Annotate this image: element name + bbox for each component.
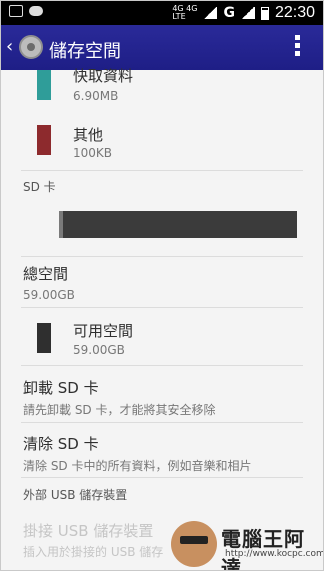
signal-icon-2 <box>240 7 255 19</box>
watermark-url: http://www.kocpc.com.tw <box>225 549 324 559</box>
other-label: 其他 <box>73 126 104 144</box>
mount-usb-label: 掛接 USB 儲存裝置 <box>23 522 154 540</box>
cached-data-size: 6.90MB <box>73 89 119 103</box>
divider <box>21 422 303 423</box>
sd-section-header: SD 卡 <box>23 180 56 194</box>
action-bar: ‹ 儲存空間 <box>1 25 323 70</box>
mount-usb-desc: 插入用於掛接的 USB 儲存 <box>23 545 164 559</box>
signal-g-text: G <box>223 5 235 21</box>
available-space-label: 可用空間 <box>73 322 134 340</box>
unmount-sd-label: 卸載 SD 卡 <box>23 379 99 397</box>
unmount-sd-desc: 請先卸載 SD 卡，才能將其安全移除 <box>23 403 216 417</box>
divider <box>21 477 303 478</box>
erase-sd-label: 清除 SD 卡 <box>23 435 99 453</box>
battery-icon <box>260 6 269 20</box>
divider <box>21 170 303 171</box>
screen: 4G 4G LTE G 22:30 ‹ 儲存空間 快取資料 6.90MB 其他 … <box>0 0 324 571</box>
network-bottom-text: LTE <box>172 12 186 21</box>
cached-data-label: 快取資料 <box>73 67 134 85</box>
other-swatch <box>37 125 51 155</box>
clock: 22:30 <box>274 4 315 21</box>
status-right: 4G 4G LTE G 22:30 <box>172 4 315 22</box>
divider <box>21 256 303 257</box>
sd-usage-bar <box>59 211 297 238</box>
page-title: 儲存空間 <box>49 41 121 62</box>
divider <box>21 307 303 308</box>
status-left <box>9 5 43 17</box>
back-arrow-icon[interactable]: ‹ <box>6 38 13 56</box>
weather-notification-icon <box>29 6 43 16</box>
total-space-label: 總空間 <box>23 265 69 283</box>
overflow-menu-icon[interactable] <box>295 35 301 59</box>
other-size: 100KB <box>73 146 113 160</box>
divider <box>21 365 303 366</box>
settings-app-icon[interactable] <box>19 35 43 59</box>
watermark-avatar-icon <box>171 521 217 567</box>
watermark: 電腦王阿達 http://www.kocpc.com.tw <box>171 521 324 570</box>
available-space-swatch <box>37 323 51 353</box>
watermark-title: 電腦王阿達 <box>221 527 305 571</box>
available-space-value: 59.00GB <box>73 343 125 357</box>
signal-icon <box>203 7 218 19</box>
network-indicator: 4G 4G LTE <box>172 5 197 21</box>
erase-sd-desc: 清除 SD 卡中的所有資料，例如音樂和相片 <box>23 459 252 473</box>
image-notification-icon <box>9 5 23 17</box>
total-space-value: 59.00GB <box>23 288 75 302</box>
status-bar: 4G 4G LTE G 22:30 <box>1 1 323 25</box>
usb-section-header: 外部 USB 儲存裝置 <box>23 488 128 502</box>
cached-data-swatch <box>37 70 51 100</box>
